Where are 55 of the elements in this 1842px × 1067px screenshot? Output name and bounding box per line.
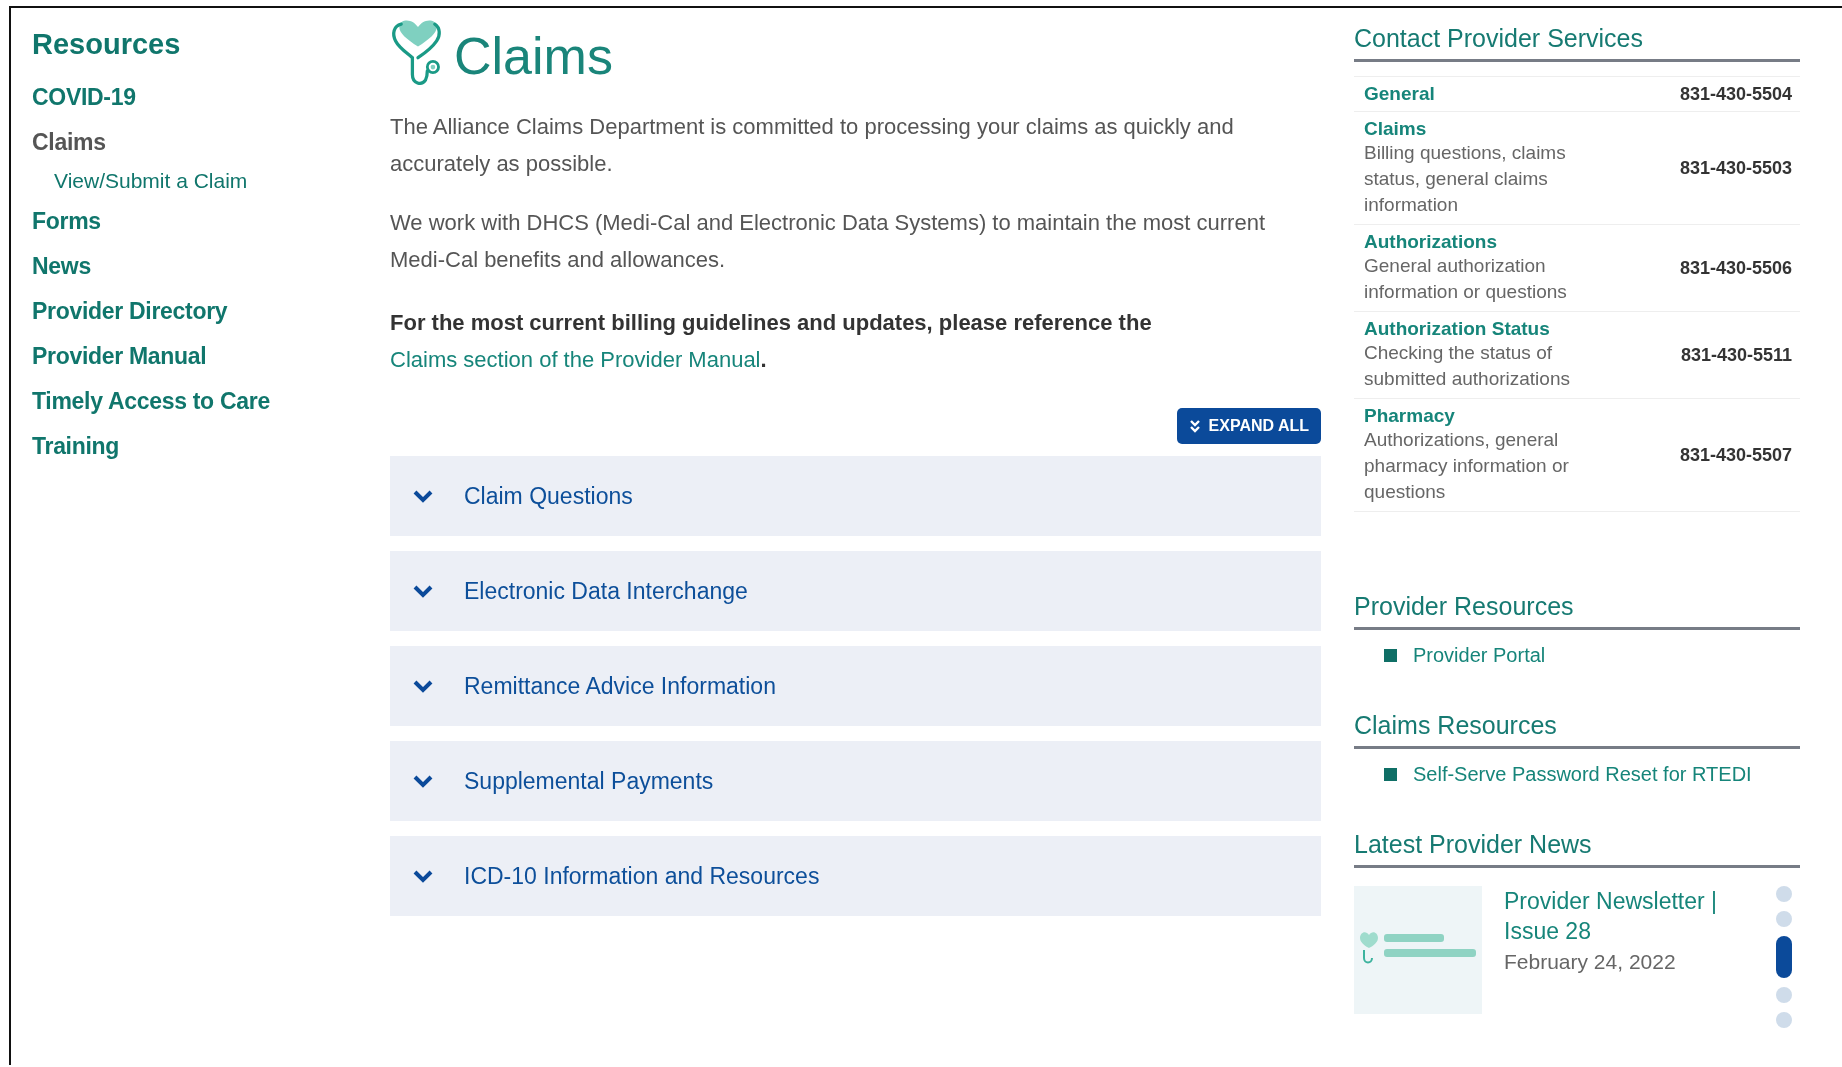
bullet-icon: [1384, 649, 1397, 662]
section-heading: Claims Resources: [1354, 711, 1800, 749]
news-title-link[interactable]: Provider Newsletter | Issue 28: [1504, 886, 1754, 946]
carousel-dot[interactable]: [1776, 1012, 1792, 1028]
resource-link[interactable]: Provider Portal: [1413, 644, 1546, 667]
contact-description: Checking the status of submitted authorizations: [1364, 341, 1571, 391]
intro-paragraph: The Alliance Claims Department is committed to processing your claims as quickly and accurately as possible.: [390, 113, 1235, 178]
contact-description: General authorization information or questions: [1364, 254, 1568, 304]
accordion-header[interactable]: Supplemental Payments: [390, 741, 1321, 821]
section-heading: Provider Resources: [1354, 592, 1800, 630]
sidebar-link[interactable]: Training: [32, 433, 120, 460]
phone-number: 831-430-5507: [1679, 444, 1792, 466]
carousel-dot[interactable]: [1776, 911, 1792, 927]
phone-number: 831-430-5511: [1680, 344, 1792, 366]
chevron-icon: [412, 774, 434, 788]
sidebar-link[interactable]: Provider Directory: [32, 298, 228, 325]
contact-description: Billing questions, claims status, general claims information: [1364, 141, 1567, 217]
chevron-icon: [412, 489, 434, 503]
sidebar-link[interactable]: News: [32, 253, 91, 280]
accordion-header[interactable]: Remittance Advice Information: [390, 646, 1321, 726]
carousel-dot[interactable]: [1776, 886, 1792, 902]
contact-label: General: [1364, 83, 1436, 105]
section-heading: Latest Provider News: [1354, 830, 1800, 868]
page-title: Claims: [454, 26, 613, 86]
intro-paragraph: We work with DHCS (Medi-Cal and Electronic Data Systems) to maintain the most current Medi-Cal benefits and allowances.: [390, 209, 1266, 274]
chevron-icon: [412, 869, 434, 883]
contact-label: Authorization Status: [1364, 318, 1551, 340]
news-date: February 24, 2022: [1504, 950, 1677, 974]
expand-all-button[interactable]: EXPAND ALL: [1176, 408, 1321, 444]
contact-label: Pharmacy: [1364, 405, 1456, 427]
accordion-header[interactable]: ICD-10 Information and Resources: [390, 836, 1321, 916]
contact-description: Authorizations, general pharmacy information or questions: [1364, 428, 1570, 504]
chevron-icon: [412, 679, 434, 693]
contact-label: Authorizations: [1364, 231, 1498, 253]
sidebar-link[interactable]: Provider Manual: [32, 343, 207, 370]
section-heading: Contact Provider Services: [1354, 24, 1800, 62]
phone-number: 831-430-5503: [1679, 157, 1792, 179]
phone-number: 831-430-5504: [1679, 83, 1792, 105]
chevron-icon: [412, 584, 434, 598]
sidebar-title: Resources: [32, 28, 181, 61]
sidebar-link[interactable]: Timely Access to Care: [32, 388, 270, 415]
sidebar-link[interactable]: Claims: [32, 129, 106, 156]
accordion-header[interactable]: Claim Questions: [390, 456, 1321, 536]
resource-link[interactable]: Self-Serve Password Reset for RTEDI: [1413, 763, 1752, 786]
phone-number: 831-430-5506: [1679, 257, 1792, 279]
notice-paragraph: For the most current billing guidelines and updates, please reference the Claims section of the Provider Manual.: [390, 309, 1153, 374]
provider-manual-link[interactable]: Claims section of the Provider Manual: [390, 347, 761, 372]
sidebar-link[interactable]: COVID-19: [32, 84, 136, 111]
contact-label: Claims: [1364, 118, 1428, 140]
double-chevron-icon: [1188, 419, 1201, 433]
sidebar-sublink[interactable]: View/Submit a Claim: [54, 169, 248, 193]
accordion-header[interactable]: Electronic Data Interchange: [390, 551, 1321, 631]
bullet-icon: [1384, 768, 1397, 781]
carousel-dot[interactable]: [1776, 987, 1792, 1003]
sidebar-link[interactable]: Forms: [32, 208, 101, 235]
